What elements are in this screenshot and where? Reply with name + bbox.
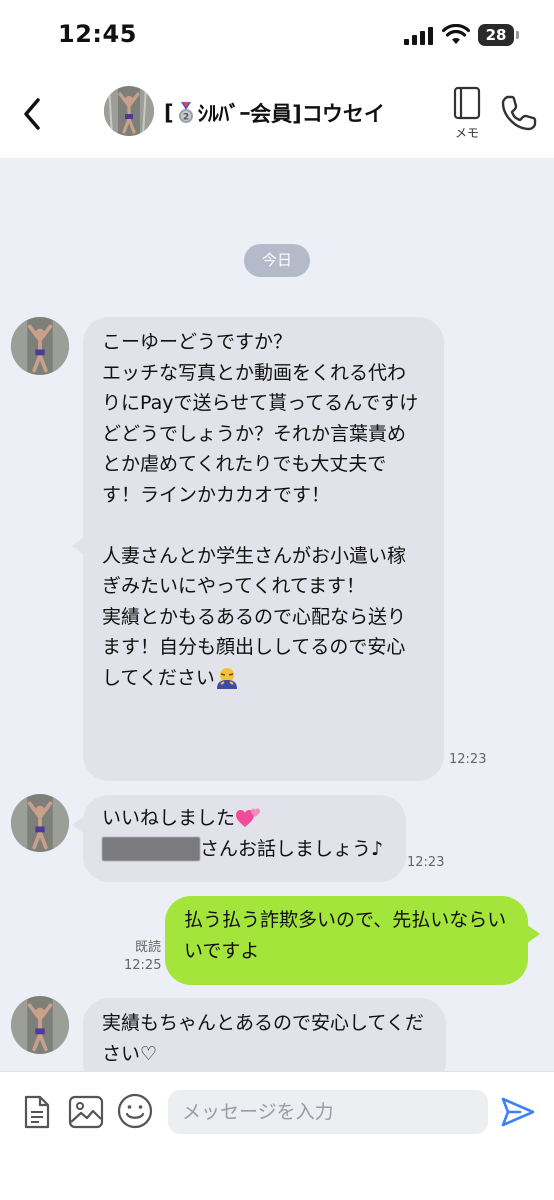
battery-icon: 28: [478, 24, 514, 46]
wifi-icon: [442, 24, 470, 44]
message-text-line1: いいねしました: [102, 807, 236, 829]
emoji-icon[interactable]: [116, 1092, 154, 1130]
sender-avatar[interactable]: [11, 794, 69, 852]
incoming-message[interactable]: いいねしました さんお話しましょう♪: [83, 795, 406, 882]
sender-avatar[interactable]: [11, 317, 69, 375]
redacted-name: [102, 837, 200, 861]
status-time: 12:45: [58, 20, 137, 48]
back-arrow-icon[interactable]: [18, 94, 48, 134]
outgoing-message[interactable]: 払う払う詐欺多いので、先払いならいいですよ: [165, 896, 528, 985]
read-receipt: 既読: [135, 940, 162, 955]
status-bar: 12:45 28: [0, 0, 554, 72]
battery-tip: [516, 31, 519, 39]
bubble-tail: [526, 924, 540, 944]
memo-button[interactable]: メモ: [450, 86, 484, 146]
message-time: 12:23: [449, 752, 487, 767]
incoming-message[interactable]: こーゆーどうですか？ エッチな写真とか動画をくれる代わりにPayで送らせて貰って…: [83, 317, 444, 781]
message-text: 実績もちゃんとあるので安心してください♡: [102, 1012, 424, 1065]
message-time: 12:23: [407, 855, 445, 870]
two-hearts-emoji-icon: [236, 808, 261, 827]
message-text: 払う払う詐欺多いので、先払いならいいですよ: [184, 909, 507, 962]
memo-icon: [453, 86, 481, 120]
sender-avatar[interactable]: [11, 996, 69, 1054]
message-time: 12:25: [124, 958, 162, 973]
file-icon[interactable]: [22, 1094, 52, 1130]
phone-call-icon[interactable]: [498, 92, 540, 134]
chat-header: [ 2 ｼﾙﾊﾞｰ会員]コウセイ メモ: [0, 72, 554, 158]
signal-icon: [404, 27, 433, 45]
contact-name: [ 2 ｼﾙﾊﾞｰ会員]コウセイ: [164, 101, 385, 126]
memo-label: メモ: [454, 126, 479, 140]
image-icon[interactable]: [68, 1094, 104, 1130]
message-input[interactable]: [168, 1090, 488, 1134]
svg-text:2: 2: [182, 113, 188, 123]
date-separator: 今日: [244, 244, 310, 277]
message-text: こーゆーどうですか？ エッチな写真とか動画をくれる代わりにPayで送らせて貰って…: [102, 331, 419, 689]
contact-avatar[interactable]: [104, 86, 154, 136]
message-text-line2: さんお話しましょう♪: [200, 837, 384, 860]
message-composer: [0, 1071, 554, 1200]
send-icon[interactable]: [500, 1096, 536, 1128]
silver-medal-icon: 2: [178, 102, 193, 123]
bowing-emoji-icon: [216, 668, 237, 689]
